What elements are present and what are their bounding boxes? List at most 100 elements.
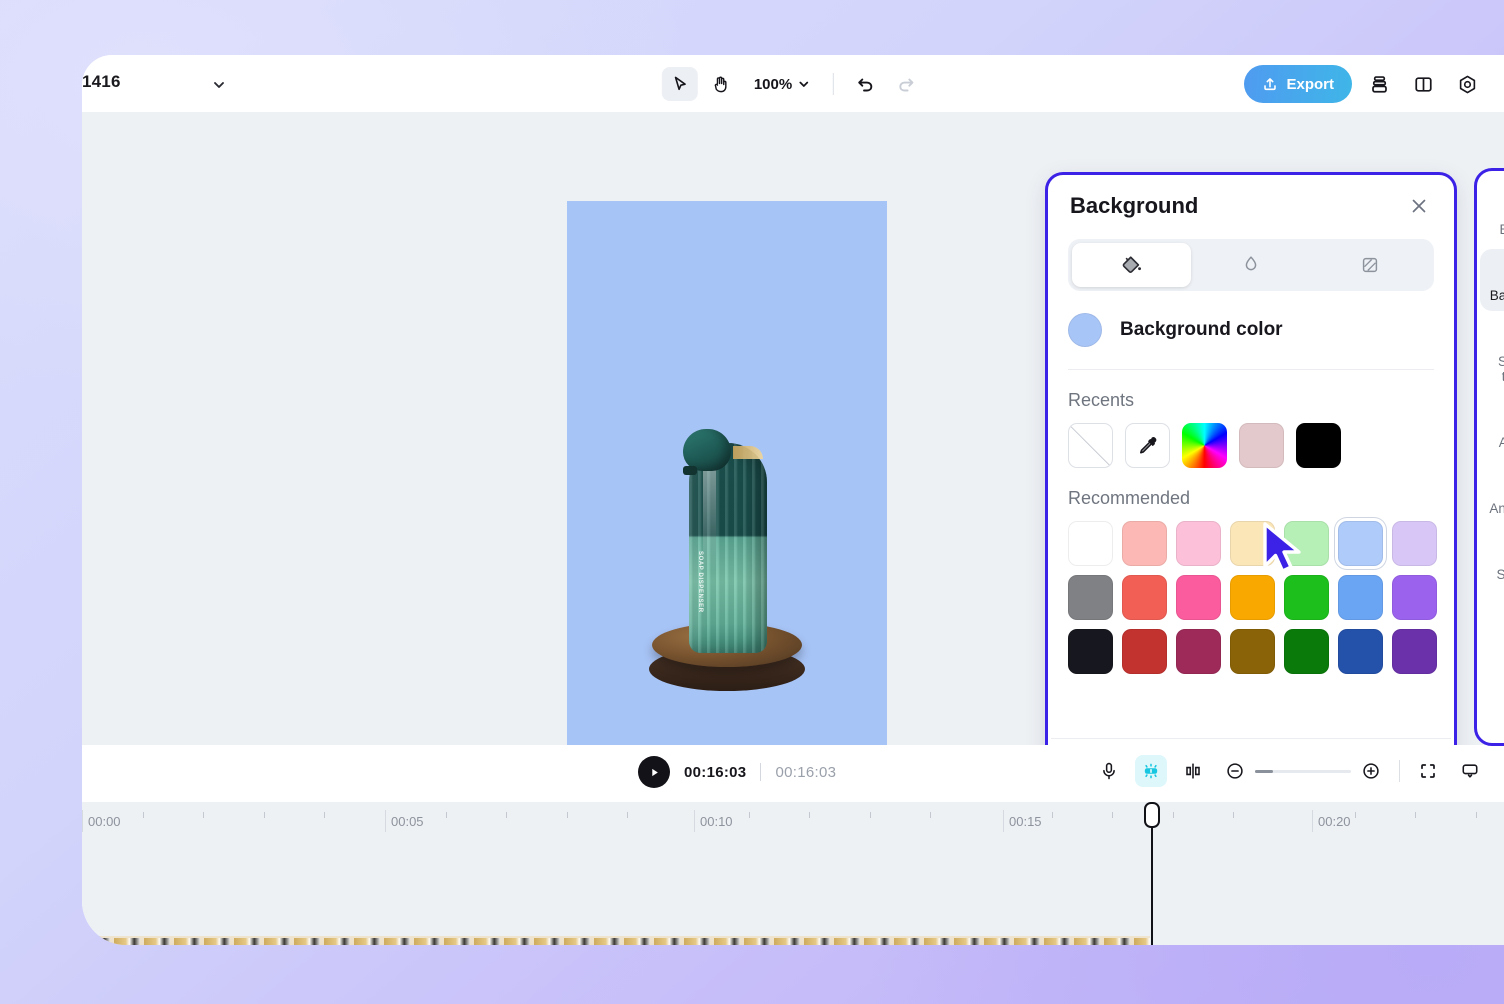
swatch-rec-15[interactable] [1122, 629, 1167, 674]
toolbar-divider [833, 73, 834, 95]
top-right-tools: Export [1244, 65, 1484, 103]
hand-icon[interactable] [702, 67, 738, 101]
timeline-ruler[interactable]: 00:00 00:05 00:10 00:15 00:20 [82, 802, 1504, 854]
eyedropper-icon[interactable] [1125, 423, 1170, 468]
swatch-rec-4[interactable] [1284, 521, 1329, 566]
timeline-playhead[interactable] [1151, 810, 1153, 945]
play-button[interactable] [638, 756, 670, 788]
swatch-rec-13[interactable] [1392, 575, 1437, 620]
swatch-rec-0[interactable] [1068, 521, 1113, 566]
sidebar-label-basic: Basic [1499, 222, 1504, 237]
swatch-rec-3[interactable] [1230, 521, 1275, 566]
ai-sparkle-icon[interactable] [1135, 755, 1167, 787]
fit-screen-icon[interactable] [1412, 755, 1444, 787]
gear-hex-icon[interactable] [1450, 67, 1484, 101]
undo-icon[interactable] [848, 67, 884, 101]
clip-thumbnail: SOAPDISP [442, 936, 472, 945]
swatch-rec-9[interactable] [1176, 575, 1221, 620]
tab-transparent[interactable] [1311, 243, 1430, 287]
tab-blur[interactable] [1191, 243, 1310, 287]
clip-thumbnail: SOAPDISP [352, 936, 382, 945]
swatch-rec-6[interactable] [1392, 521, 1437, 566]
timeline-clip[interactable]: SOAPDISPSOAPDISPSOAPDISPSOAPDISPSOAPDISP… [82, 936, 1150, 945]
clip-thumbnail: SOAPDISP [292, 936, 322, 945]
swatch-rec-18[interactable] [1284, 629, 1329, 674]
sidebar-item-background[interactable]: Backgr... [1480, 249, 1504, 311]
stack-icon[interactable] [1362, 67, 1396, 101]
recents-swatch-row [1068, 423, 1434, 468]
ruler-tick-minor [930, 812, 931, 818]
minus-circle-icon[interactable] [1219, 755, 1251, 787]
swatch-rec-10[interactable] [1230, 575, 1275, 620]
swatch-rec-8[interactable] [1122, 575, 1167, 620]
ruler-tick-minor [143, 812, 144, 818]
chevron-down-icon[interactable] [211, 77, 227, 93]
swatch-rec-2[interactable] [1176, 521, 1221, 566]
plus-circle-icon[interactable] [1355, 755, 1387, 787]
microphone-icon[interactable] [1093, 755, 1125, 787]
background-mode-tabs [1068, 239, 1434, 291]
background-panel-header: Background [1048, 175, 1454, 225]
video-preview-frame[interactable]: SOAP DISPENSER [567, 201, 887, 771]
clip-thumbnail: SOAPDISP [652, 936, 682, 945]
swatch-rec-11[interactable] [1284, 575, 1329, 620]
ruler-tick-minor [627, 812, 628, 818]
sidebar-item-audio[interactable]: Audio [1480, 396, 1504, 458]
export-button[interactable]: Export [1244, 65, 1352, 103]
swatch-color-wheel[interactable] [1182, 423, 1227, 468]
timeline[interactable]: 00:00 00:05 00:10 00:15 00:20 SOAPDISPSO… [82, 802, 1504, 945]
playhead-handle[interactable] [1144, 802, 1160, 828]
swatch-none[interactable] [1068, 423, 1113, 468]
sidebar-item-basic[interactable]: Basic [1480, 183, 1504, 245]
ruler-tick-major [82, 810, 83, 832]
zoom-level-value: 100% [754, 76, 792, 93]
zoom-level-dropdown[interactable]: 100% [742, 68, 819, 100]
swatch-rec-12[interactable] [1338, 575, 1383, 620]
swatch-rec-1[interactable] [1122, 521, 1167, 566]
sidebar-item-animation[interactable]: Animat... [1480, 462, 1504, 524]
center-tool-group: 100% [662, 65, 924, 103]
time-divider [760, 763, 761, 781]
sidebar-item-smart-tools[interactable]: Smart tools [1480, 315, 1504, 392]
ruler-tick-minor [567, 812, 568, 818]
swatch-recent-4[interactable] [1296, 423, 1341, 468]
player-divider [1399, 760, 1400, 782]
swatch-recent-3[interactable] [1239, 423, 1284, 468]
ruler-tick-minor [264, 812, 265, 818]
ruler-label: 00:05 [391, 814, 424, 829]
soap-dispenser-body: SOAP DISPENSER [689, 443, 767, 653]
tab-fill[interactable] [1072, 243, 1191, 287]
ruler-tick-minor [506, 812, 507, 818]
swatch-rec-20[interactable] [1392, 629, 1437, 674]
clip-thumbnail: SOAPDISP [232, 936, 262, 945]
background-color-swatch[interactable] [1068, 313, 1102, 347]
ruler-tick-minor [446, 812, 447, 818]
swatch-rec-7[interactable] [1068, 575, 1113, 620]
monitor-dropdown-icon[interactable] [1454, 755, 1486, 787]
sidebar-item-speed[interactable]: Speed [1480, 528, 1504, 590]
clip-thumbnail: SOAPDISP [892, 936, 922, 945]
close-icon[interactable] [1406, 193, 1432, 219]
swatch-rec-17[interactable] [1230, 629, 1275, 674]
clip-thumbnail: SOAPDISP [592, 936, 622, 945]
paint-bucket-icon [1120, 254, 1143, 277]
split-panel-icon[interactable] [1406, 67, 1440, 101]
ruler-label: 00:20 [1318, 814, 1351, 829]
ruler-tick-minor [1355, 812, 1356, 818]
clip-thumbnail: SOAPDISP [1012, 936, 1042, 945]
swatch-rec-14[interactable] [1068, 629, 1113, 674]
zoom-slider-track[interactable] [1255, 770, 1351, 773]
current-time: 00:16:03 [684, 764, 746, 781]
timeline-zoom-slider[interactable] [1219, 755, 1387, 787]
right-sidebar: Basic Backgr... Smart tools Audio Animat… [1474, 168, 1504, 746]
swatch-rec-19[interactable] [1338, 629, 1383, 674]
select-cursor-icon[interactable] [662, 67, 698, 101]
split-clip-icon[interactable] [1177, 755, 1209, 787]
swatch-rec-16[interactable] [1176, 629, 1221, 674]
clip-thumbnail: SOAPDISP [562, 936, 592, 945]
redo-icon[interactable] [888, 67, 924, 101]
swatch-rec-5[interactable] [1338, 521, 1383, 566]
ruler-tick-minor [809, 812, 810, 818]
background-color-row[interactable]: Background color [1068, 313, 1434, 370]
clip-thumbnail: SOAPDISP [682, 936, 712, 945]
